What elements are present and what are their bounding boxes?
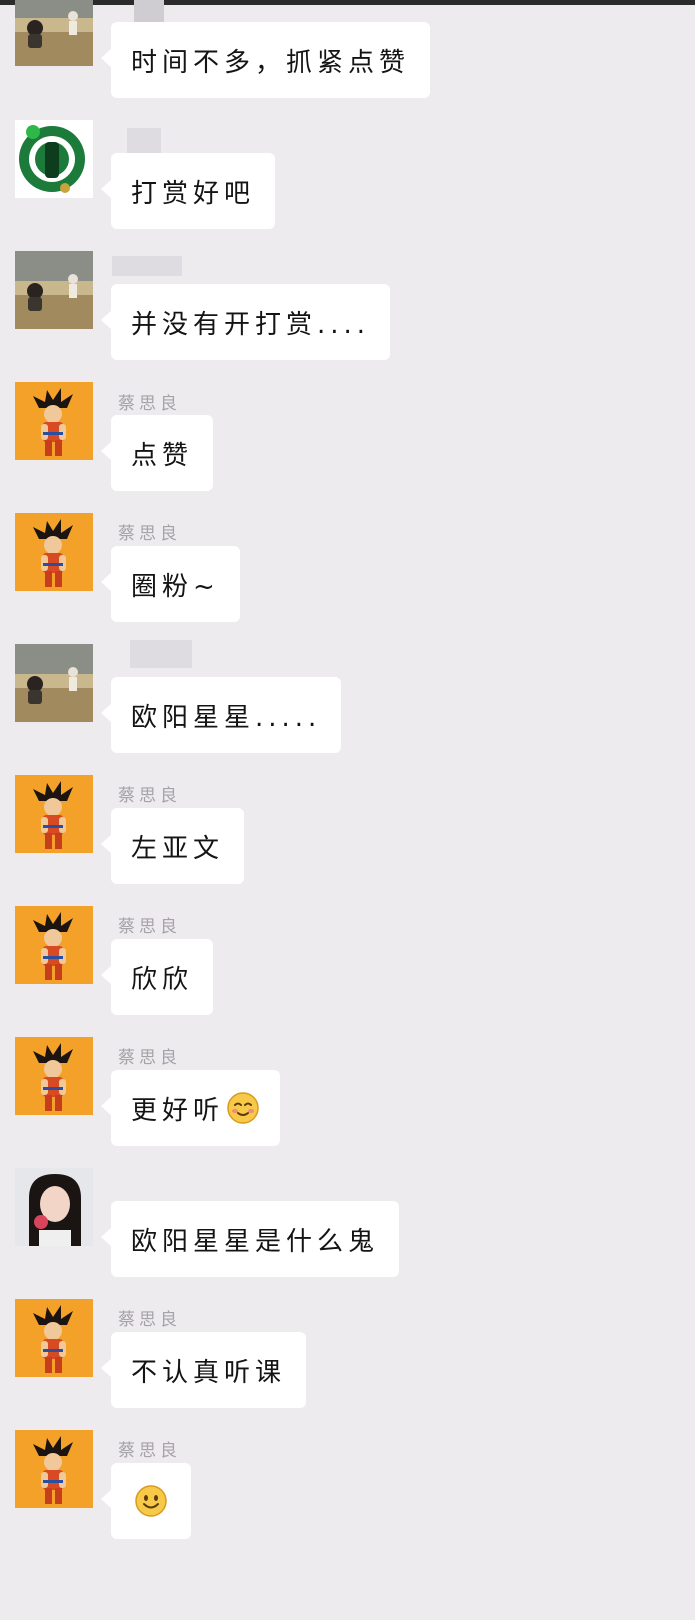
blurred-sender-name [130,640,192,668]
message-bubble[interactable]: 欣欣 [100,939,214,1015]
message-text: 不认真听课 [131,1357,287,1388]
message-bubble[interactable]: 圈粉~ [101,546,240,622]
smile-emoji-icon [134,1484,168,1518]
sender-name: 蔡思良 [118,1441,181,1461]
message-bubble[interactable]: 欧阳星星是什么鬼 [100,1201,400,1277]
message-text: 点赞 [131,440,194,471]
photo-avatar-icon[interactable] [15,251,93,329]
message-text: 欧阳星星是什么鬼 [131,1226,380,1257]
message-text: 更好听 [131,1095,225,1126]
blurred-sender-name [112,256,182,276]
smiling-blush-emoji-icon [226,1091,260,1125]
goku-avatar-icon[interactable] [15,1299,93,1377]
message-bubble[interactable]: 并没有开打赏.... [100,284,391,360]
goku-avatar-icon[interactable] [15,1037,93,1115]
goku-avatar-icon[interactable] [15,775,93,853]
message-bubble[interactable]: 欧阳星星..... [100,677,342,753]
message-text: 时间不多，抓紧点赞 [131,47,411,78]
goku-avatar-icon[interactable] [15,1430,93,1508]
status-bar-edge [0,0,695,5]
message-bubble[interactable]: 左亚文 [100,808,245,884]
sender-name: 蔡思良 [118,524,181,544]
message-bubble[interactable]: 点赞 [100,415,214,491]
message-text: 左亚文 [131,833,225,864]
message-text: 并没有开打赏.... [131,309,371,340]
message-bubble[interactable]: 更好听 [100,1070,281,1146]
message-bubble[interactable]: 打赏好吧 [100,153,276,229]
green-lantern-avatar-icon[interactable] [15,120,93,198]
sender-name: 蔡思良 [118,786,181,806]
goku-avatar-icon[interactable] [15,513,93,591]
sender-name: 蔡思良 [118,1310,181,1330]
message-text: 欣欣 [131,964,194,995]
sender-name: 蔡思良 [118,1048,181,1068]
sender-name: 蔡思良 [118,394,181,414]
message-text: 打赏好吧 [131,178,256,209]
message-text: 圈粉~ [131,571,220,602]
photo-avatar-icon[interactable] [15,644,93,722]
message-bubble[interactable] [101,1463,191,1539]
photo-avatar-icon[interactable] [15,0,93,66]
goku-avatar-icon[interactable] [15,906,93,984]
goku-avatar-icon[interactable] [15,382,93,460]
blurred-sender-name [127,128,161,156]
girl-photo-avatar-icon[interactable] [15,1168,93,1246]
message-bubble[interactable]: 不认真听课 [100,1332,307,1408]
message-bubble[interactable]: 时间不多，抓紧点赞 [100,22,431,98]
sender-name: 蔡思良 [118,917,181,937]
message-text: 欧阳星星..... [131,702,322,733]
